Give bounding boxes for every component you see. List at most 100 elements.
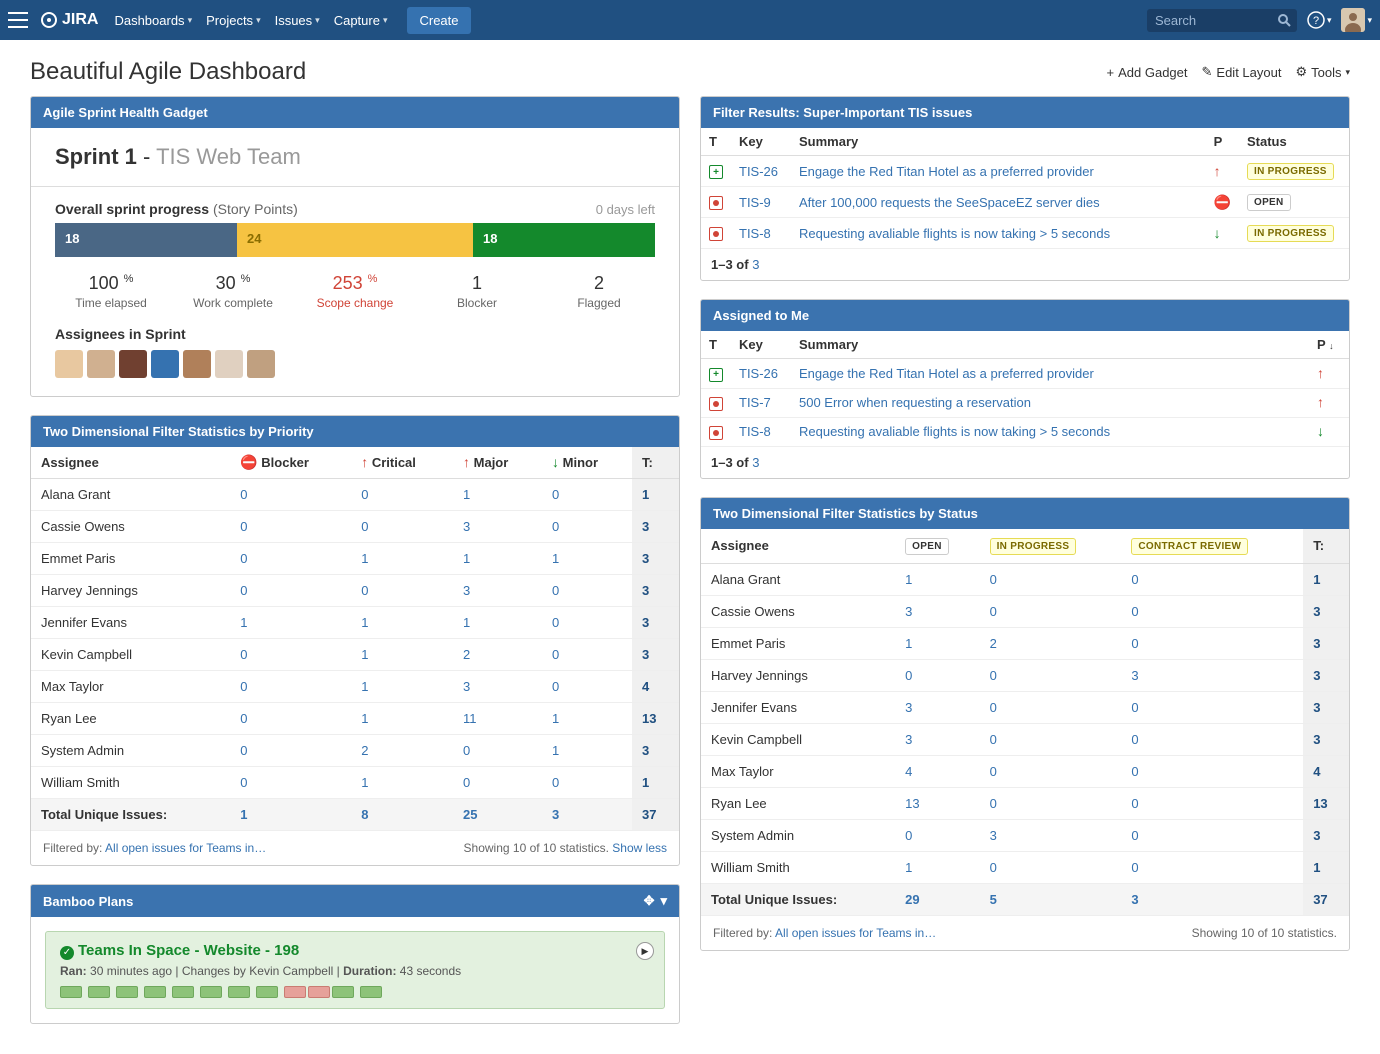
total-cell[interactable]: 3 [632, 511, 679, 543]
count-link[interactable]: 0 [240, 647, 247, 662]
dropdown-icon[interactable]: ▾ [660, 893, 667, 909]
count-link[interactable]: 0 [1131, 732, 1138, 747]
count-link[interactable]: 0 [990, 668, 997, 683]
count-link[interactable]: 1 [552, 743, 559, 758]
count-link[interactable]: 3 [905, 604, 912, 619]
count-link[interactable]: 0 [240, 775, 247, 790]
total-cell[interactable]: 13 [632, 703, 679, 735]
count-link[interactable]: 0 [1131, 700, 1138, 715]
build-stage[interactable] [88, 986, 110, 998]
issue-summary[interactable]: After 100,000 requests the SeeSpaceEZ se… [799, 195, 1100, 210]
edit-layout-button[interactable]: ✎Edit Layout [1202, 64, 1282, 80]
create-button[interactable]: Create [407, 7, 470, 34]
move-icon[interactable]: ✥ [644, 893, 655, 909]
issue-summary[interactable]: Engage the Red Titan Hotel as a preferre… [799, 366, 1094, 381]
count-link[interactable]: 0 [463, 775, 470, 790]
count-link[interactable]: 0 [1131, 572, 1138, 587]
count-link[interactable]: 0 [552, 519, 559, 534]
count-link[interactable]: 0 [463, 743, 470, 758]
build-stage[interactable] [60, 986, 82, 998]
count-link[interactable]: 3 [552, 807, 559, 822]
count-link[interactable]: 29 [905, 892, 919, 907]
count-link[interactable]: 0 [552, 775, 559, 790]
build-stage[interactable] [116, 986, 138, 998]
count-link[interactable]: 0 [361, 583, 368, 598]
count-link[interactable]: 1 [361, 647, 368, 662]
paging-count[interactable]: 3 [752, 257, 759, 272]
count-link[interactable]: 1 [361, 711, 368, 726]
count-link[interactable]: 3 [905, 732, 912, 747]
count-link[interactable]: 0 [990, 796, 997, 811]
count-link[interactable]: 1 [552, 711, 559, 726]
count-link[interactable]: 8 [361, 807, 368, 822]
count-link[interactable]: 0 [1131, 636, 1138, 651]
issue-summary[interactable]: Engage the Red Titan Hotel as a preferre… [799, 164, 1094, 179]
issue-key[interactable]: TIS-26 [739, 366, 778, 381]
count-link[interactable]: 0 [361, 487, 368, 502]
count-link[interactable]: 0 [990, 860, 997, 875]
total-cell[interactable]: 3 [1303, 691, 1349, 723]
count-link[interactable]: 5 [990, 892, 997, 907]
total-cell[interactable]: 3 [1303, 819, 1349, 851]
count-link[interactable]: 0 [552, 615, 559, 630]
issue-key[interactable]: TIS-8 [739, 226, 771, 241]
build-stage[interactable] [256, 986, 278, 998]
total-cell[interactable]: 3 [632, 575, 679, 607]
avatar[interactable] [183, 350, 211, 378]
total-cell[interactable]: 3 [632, 735, 679, 767]
count-link[interactable]: 0 [905, 828, 912, 843]
total-cell[interactable]: 3 [1303, 595, 1349, 627]
count-link[interactable]: 25 [463, 807, 477, 822]
count-link[interactable]: 0 [240, 711, 247, 726]
count-link[interactable]: 0 [552, 583, 559, 598]
total-cell[interactable]: 3 [632, 543, 679, 575]
count-link[interactable]: 1 [552, 551, 559, 566]
count-link[interactable]: 1 [905, 636, 912, 651]
count-link[interactable]: 0 [361, 519, 368, 534]
count-link[interactable]: 0 [240, 487, 247, 502]
count-link[interactable]: 3 [1131, 892, 1138, 907]
count-link[interactable]: 3 [1131, 668, 1138, 683]
issue-summary[interactable]: 500 Error when requesting a reservation [799, 395, 1031, 410]
build-stage[interactable] [172, 986, 194, 998]
filter-link[interactable]: All open issues for Teams in… [105, 841, 266, 855]
total-cell[interactable]: 4 [1303, 755, 1349, 787]
count-link[interactable]: 3 [990, 828, 997, 843]
paging-count[interactable]: 3 [752, 455, 759, 470]
count-link[interactable]: 0 [240, 679, 247, 694]
app-switcher-icon[interactable] [8, 12, 28, 28]
count-link[interactable]: 11 [463, 711, 477, 726]
avatar[interactable] [87, 350, 115, 378]
avatar[interactable] [55, 350, 83, 378]
count-link[interactable]: 1 [463, 487, 470, 502]
build-stage[interactable] [332, 986, 354, 998]
issue-key[interactable]: TIS-26 [739, 164, 778, 179]
count-link[interactable]: 2 [463, 647, 470, 662]
build-stage[interactable] [228, 986, 250, 998]
count-link[interactable]: 1 [463, 551, 470, 566]
count-link[interactable]: 0 [1131, 764, 1138, 779]
count-link[interactable]: 0 [990, 572, 997, 587]
count-link[interactable]: 2 [361, 743, 368, 758]
count-link[interactable]: 0 [1131, 828, 1138, 843]
jira-logo[interactable]: JIRA [40, 11, 98, 29]
help-icon[interactable]: ? ▾ [1307, 11, 1332, 29]
count-link[interactable]: 1 [905, 572, 912, 587]
issue-summary[interactable]: Requesting avaliable flights is now taki… [799, 226, 1110, 241]
avatar[interactable] [247, 350, 275, 378]
build-stage[interactable] [200, 986, 222, 998]
total-cell[interactable]: 13 [1303, 787, 1349, 819]
total-cell[interactable]: 3 [1303, 627, 1349, 659]
search-box[interactable] [1147, 9, 1297, 32]
avatar[interactable] [119, 350, 147, 378]
count-link[interactable]: 4 [905, 764, 912, 779]
issue-key[interactable]: TIS-7 [739, 395, 771, 410]
count-link[interactable]: 0 [552, 487, 559, 502]
run-build-button[interactable]: ▶ [636, 942, 654, 960]
count-link[interactable]: 0 [1131, 860, 1138, 875]
count-link[interactable]: 0 [552, 647, 559, 662]
count-link[interactable]: 1 [463, 615, 470, 630]
count-link[interactable]: 3 [905, 700, 912, 715]
build-stage[interactable] [284, 986, 306, 998]
total-cell[interactable]: 1 [1303, 851, 1349, 883]
